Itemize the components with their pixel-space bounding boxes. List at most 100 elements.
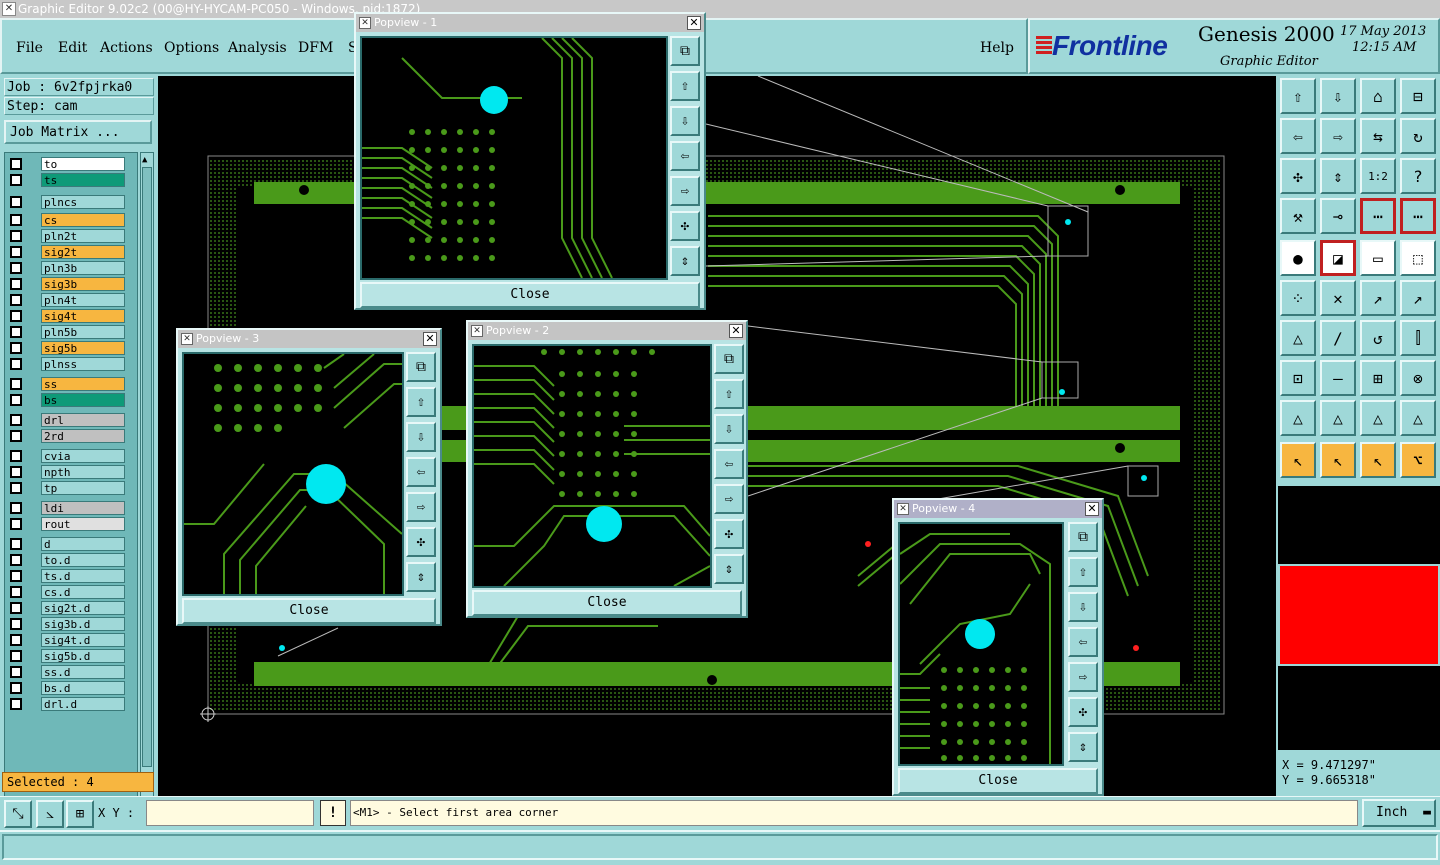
layer-checkbox[interactable] [10, 570, 22, 582]
layer-row-drl[interactable]: drl [7, 413, 127, 427]
measure-arc-icon[interactable]: △ [1360, 400, 1396, 436]
pan-up-icon[interactable]: ⇧ [714, 379, 744, 409]
popview-4[interactable]: ✕ Popview - 4 ✕ ⧉ ⇧ ⇩ ⇦ ⇨ ✣ ⇕ Close [892, 498, 1104, 796]
layer-row-pln2t[interactable]: pln2t [7, 229, 127, 243]
close-icon[interactable]: ✕ [687, 16, 701, 30]
layer-name[interactable]: ss.d [41, 665, 125, 679]
pan-up-icon[interactable]: ⇧ [670, 71, 700, 101]
layer-row-sig5b-d[interactable]: sig5b.d [7, 649, 127, 663]
angle-icon[interactable]: △ [1280, 320, 1316, 356]
pan-left-icon[interactable]: ⇦ [406, 457, 436, 487]
zoom-in-icon[interactable]: ⇕ [406, 562, 436, 592]
layer-name[interactable]: sig2t.d [41, 601, 125, 615]
popview-3[interactable]: ✕ Popview - 3 ✕ ⧉ ⇧ ⇩ ⇦ ⇨ ✣ ⇕ Close [176, 328, 442, 626]
line-icon[interactable]: ∕ [1320, 320, 1356, 356]
layer-name[interactable]: cs.d [41, 585, 125, 599]
popview-3-title-bar[interactable]: ✕ Popview - 3 ✕ [178, 330, 440, 348]
menu-dfm[interactable]: DFM [298, 40, 333, 56]
popview-4-close-button[interactable]: Close [898, 768, 1098, 794]
pan-down-icon[interactable]: ⇩ [1068, 592, 1098, 622]
text-icon[interactable]: ⫿ [1400, 320, 1436, 356]
popview-2-view[interactable] [472, 344, 712, 588]
layer-name[interactable]: pln5b [41, 325, 125, 339]
layer-checkbox[interactable] [10, 174, 22, 186]
pan-left-icon[interactable]: ⇦ [1280, 118, 1316, 154]
zoom-in-icon[interactable]: ⇕ [714, 554, 744, 584]
layer-checkbox[interactable] [10, 666, 22, 678]
layer-row-sig5b[interactable]: sig5b [7, 341, 127, 355]
layer-name[interactable]: ss [41, 377, 125, 391]
ruler-icon[interactable]: ▭ [1360, 240, 1396, 276]
select-net-icon[interactable]: ↖ [1360, 442, 1396, 478]
menu-options[interactable]: Options [164, 40, 219, 56]
pointer-icon[interactable]: ↖ [1280, 442, 1316, 478]
layer-name[interactable]: pln3b [41, 261, 125, 275]
layer-name[interactable]: to.d [41, 553, 125, 567]
layer-row-plnss[interactable]: plnss [7, 357, 127, 371]
zoom-in-icon[interactable]: ⇕ [670, 246, 700, 276]
layer-name[interactable]: to [41, 157, 125, 171]
add-line-icon[interactable]: ↗ [1360, 280, 1396, 316]
layer-row-plncs[interactable]: plncs [7, 195, 127, 209]
layer-row-cs-d[interactable]: cs.d [7, 585, 127, 599]
pan-up-icon[interactable]: ⇧ [406, 387, 436, 417]
layer-checkbox[interactable] [10, 158, 22, 170]
layer-row-sig4t-d[interactable]: sig4t.d [7, 633, 127, 647]
layer-name[interactable]: 2rd [41, 429, 125, 443]
pad-select-icon[interactable]: ⊡ [1280, 360, 1316, 396]
layer-name[interactable]: plnss [41, 357, 125, 371]
layer-name[interactable]: tp [41, 481, 125, 495]
layer-checkbox[interactable] [10, 278, 22, 290]
layer-row-cs[interactable]: cs [7, 213, 127, 227]
close-icon[interactable]: ✕ [729, 324, 743, 338]
layer-name[interactable]: sig3b [41, 277, 125, 291]
popview-2-title-bar[interactable]: ✕ Popview - 2 ✕ [468, 322, 746, 340]
layer-row-npth[interactable]: npth [7, 465, 127, 479]
pan-right-icon[interactable]: ⇨ [1320, 118, 1356, 154]
layer-row-pln4t[interactable]: pln4t [7, 293, 127, 307]
layer-row-bs[interactable]: bs [7, 393, 127, 407]
probe-icon[interactable]: ⊸ [1320, 198, 1356, 234]
zoom-up-icon[interactable]: ⇧ [1280, 78, 1316, 114]
snap-grid-icon[interactable]: ⋯ [1400, 198, 1436, 234]
layer-checkbox[interactable] [10, 230, 22, 242]
popview-2[interactable]: ✕ Popview - 2 ✕ ⧉ ⇧ ⇩ ⇦ ⇨ ✣ ⇕ Close [466, 320, 748, 618]
layer-name[interactable]: npth [41, 465, 125, 479]
menu-edit[interactable]: Edit [58, 40, 87, 56]
measure-icon[interactable]: △ [1280, 400, 1316, 436]
layer-checkbox[interactable] [10, 634, 22, 646]
layer-checkbox[interactable] [10, 450, 22, 462]
layer-checkbox[interactable] [10, 682, 22, 694]
close-icon[interactable]: ✕ [423, 332, 437, 346]
popview-1[interactable]: ✕ Popview - 1 ✕ ⧉ ⇧ ⇩ ⇦ ⇨ ✣ ⇕ Close [354, 12, 706, 310]
layer-row-cvia[interactable]: cvia [7, 449, 127, 463]
zoom-fit-icon[interactable]: ⧉ [670, 36, 700, 66]
grid-icon[interactable]: ⊞ [66, 800, 94, 828]
layer-name[interactable]: rout [41, 517, 125, 531]
layer-name[interactable]: sig4t [41, 309, 125, 323]
layer-checkbox[interactable] [10, 554, 22, 566]
cross-icon[interactable]: ✕ [1320, 280, 1356, 316]
layer-checkbox[interactable] [10, 430, 22, 442]
layer-row-sig3b-d[interactable]: sig3b.d [7, 617, 127, 631]
zoom-center-icon[interactable]: ⇕ [1320, 158, 1356, 194]
measure-icon[interactable]: ⦣ [36, 800, 64, 828]
snap-icon[interactable]: ⤡ [4, 800, 32, 828]
menu-actions[interactable]: Actions [100, 40, 153, 56]
layer-checkbox[interactable] [10, 502, 22, 514]
layer-checkbox[interactable] [10, 196, 22, 208]
zoom-in-icon[interactable]: ⇕ [1068, 732, 1098, 762]
overview-viewport[interactable] [1278, 564, 1440, 666]
rotate-icon[interactable]: ↻ [1400, 118, 1436, 154]
scroll-thumb[interactable] [142, 167, 152, 767]
overview-map[interactable] [1278, 486, 1440, 750]
popview-4-title-bar[interactable]: ✕ Popview - 4 ✕ [894, 500, 1102, 518]
layer-checkbox[interactable] [10, 378, 22, 390]
menu-help[interactable]: Help [980, 40, 1014, 56]
layer-row-ss-d[interactable]: ss.d [7, 665, 127, 679]
unit-selector[interactable]: Inch ▬ [1362, 799, 1436, 827]
layer-row-rout[interactable]: rout [7, 517, 127, 531]
mirror-icon[interactable]: ⇆ [1360, 118, 1396, 154]
layer-name[interactable]: ts.d [41, 569, 125, 583]
layer-row-sig4t[interactable]: sig4t [7, 309, 127, 323]
